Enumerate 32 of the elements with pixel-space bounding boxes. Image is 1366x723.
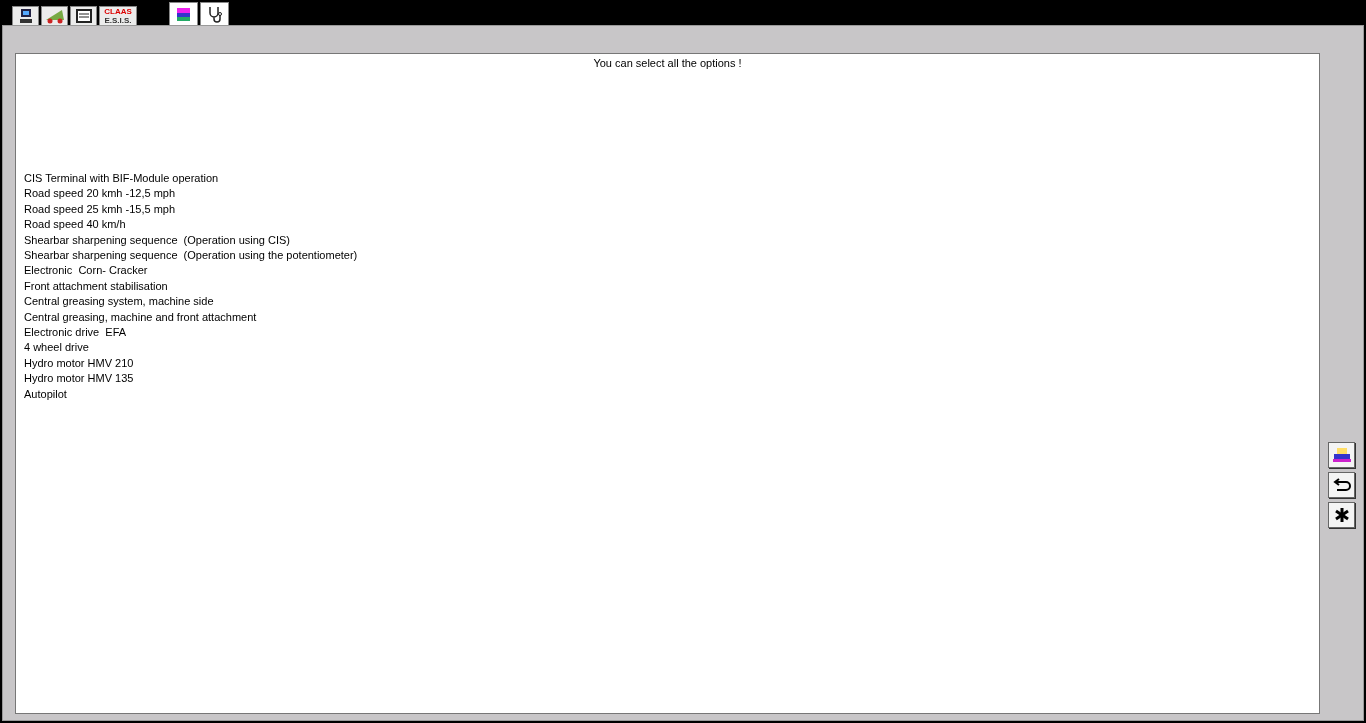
side-button[interactable]	[1328, 472, 1355, 498]
binder-icon	[74, 8, 93, 24]
option-item[interactable]: Front attachment stabilisation	[24, 278, 168, 295]
option-item[interactable]: Shearbar sharpening sequence (Operation using the potentiometer)	[24, 248, 358, 264]
toolbar-tab[interactable]	[70, 6, 97, 25]
printer-icon	[1331, 447, 1352, 463]
brand-logo: CLAAS E.S.I.S.	[104, 7, 132, 25]
panel-heading: You can select all the options !	[592, 57, 743, 69]
option-item[interactable]: Central greasing, machine and front attachment	[24, 309, 257, 326]
toolbar-tab[interactable]	[200, 2, 229, 25]
option-item[interactable]: Central greasing system, machine side	[24, 294, 214, 310]
stethoscope-icon	[206, 5, 223, 23]
option-item[interactable]: Electronic drive EFA	[24, 325, 127, 341]
option-item[interactable]: Road speed 40 km/h	[24, 217, 126, 233]
toolbar-tab[interactable]: CLAAS E.S.I.S.	[99, 6, 137, 25]
option-item[interactable]: Autopilot	[24, 386, 67, 403]
asterisk-icon	[1333, 507, 1350, 523]
option-item[interactable]: Road speed 25 kmh -15,5 mph	[24, 201, 176, 218]
computer-icon	[18, 8, 33, 24]
option-item[interactable]: Road speed 20 kmh -12,5 mph	[24, 186, 176, 202]
option-item[interactable]: Hydro motor HMV 135	[24, 371, 134, 387]
option-item[interactable]: Electronic Corn- Cracker	[24, 263, 148, 279]
option-item[interactable]: Shearbar sharpening sequence (Operation using CIS)	[24, 232, 290, 249]
toolbar-tab[interactable]	[169, 2, 198, 25]
option-item[interactable]: CIS Terminal with BIF-Module operation	[24, 171, 219, 187]
books-icon	[174, 5, 193, 23]
option-item[interactable]: 4 wheel drive	[24, 340, 89, 356]
return-arrow-icon	[1332, 477, 1351, 493]
toolbar-tab[interactable]	[12, 6, 39, 25]
option-item[interactable]: Hydro motor HMV 210	[24, 355, 134, 372]
side-button[interactable]	[1328, 502, 1355, 528]
side-button[interactable]	[1328, 442, 1355, 468]
